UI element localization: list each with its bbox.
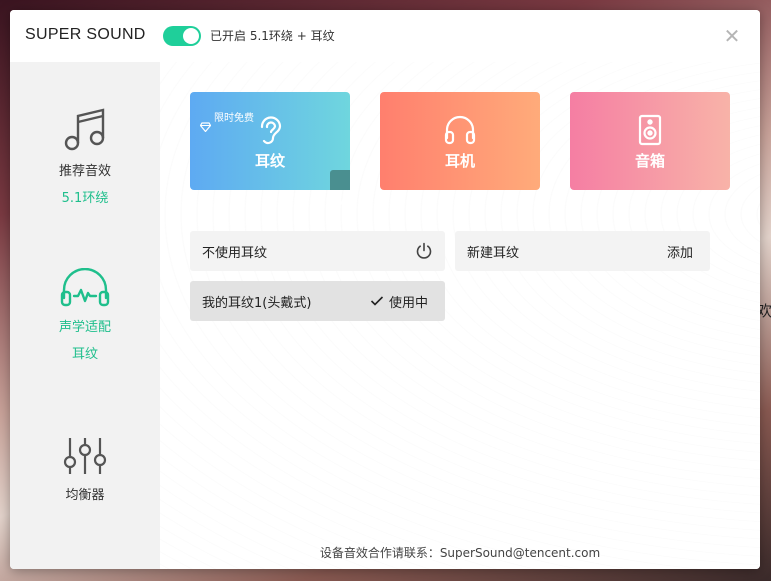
- sidebar: 推荐音效 5.1环绕 声学适配 耳纹 均衡器: [10, 62, 160, 569]
- row-label: 不使用耳纹: [202, 245, 268, 261]
- equalizer-icon: [63, 438, 107, 474]
- headphone-icon: [444, 115, 476, 145]
- footer-contact: 设备音效合作请联系：SuperSound@tencent.com: [319, 546, 601, 560]
- card-earprint[interactable]: 限时免费 耳纹: [190, 92, 350, 208]
- close-button[interactable]: ✕: [722, 26, 742, 46]
- card-label: 耳纹: [254, 152, 285, 170]
- toggle-knob: [183, 28, 199, 44]
- card-speaker[interactable]: 音箱: [570, 92, 730, 190]
- card-label: 音箱: [634, 152, 665, 170]
- row-label: 我的耳纹1(头戴式): [202, 295, 312, 311]
- row-label: 新建耳纹: [467, 245, 520, 261]
- sidebar-item-equalizer[interactable]: 均衡器: [10, 436, 160, 503]
- checkmark-icon: [370, 296, 384, 306]
- row-no-earprint[interactable]: 不使用耳纹: [190, 231, 445, 271]
- sidebar-item-label: 声学适配: [58, 320, 111, 335]
- power-icon[interactable]: [415, 242, 433, 260]
- app-title: SUPER SOUND: [25, 26, 146, 43]
- free-badge: 限时免费: [200, 100, 254, 132]
- in-use-status: 使用中: [370, 292, 428, 311]
- status-text: 已开启 5.1环绕 + 耳纹: [210, 29, 335, 43]
- checkmark-icon: [334, 197, 346, 208]
- music-note-icon: [64, 108, 105, 151]
- sidebar-item-sub: 5.1环绕: [61, 191, 109, 206]
- sidebar-item-label: 均衡器: [65, 488, 105, 503]
- title-bar: SUPER SOUND 已开启 5.1环绕 + 耳纹 ✕: [10, 10, 760, 62]
- super-sound-window: SUPER SOUND 已开启 5.1环绕 + 耳纹 ✕ 推荐音效 5.1环绕: [10, 10, 760, 569]
- ear-icon: [260, 116, 282, 145]
- in-use-label: 使用中: [388, 295, 428, 311]
- badge-label: 限时免费: [214, 112, 254, 124]
- row-my-earprint[interactable]: 我的耳纹1(头戴式) 使用中: [190, 281, 445, 321]
- headphone-wave-icon: [60, 268, 110, 307]
- diamond-icon: [200, 122, 211, 132]
- row-new-earprint[interactable]: 新建耳纹 添加: [455, 231, 710, 271]
- super-sound-toggle[interactable]: [163, 26, 201, 46]
- card-headphone[interactable]: 耳机: [380, 92, 540, 190]
- add-button[interactable]: 添加: [667, 242, 693, 261]
- selected-check-corner: [330, 170, 350, 208]
- sidebar-item-label: 推荐音效: [58, 164, 111, 179]
- speaker-icon: [638, 114, 662, 146]
- main-panel: 限时免费 耳纹 耳机 音箱 不使用耳纹 新建耳纹 添加 我的耳纹1(头戴式) 使…: [160, 62, 760, 569]
- sidebar-item-recommended[interactable]: 推荐音效 5.1环绕: [10, 106, 160, 206]
- sidebar-item-acoustic[interactable]: 声学适配 耳纹: [10, 268, 160, 362]
- sidebar-item-sub: 耳纹: [71, 347, 98, 362]
- card-label: 耳机: [444, 152, 475, 170]
